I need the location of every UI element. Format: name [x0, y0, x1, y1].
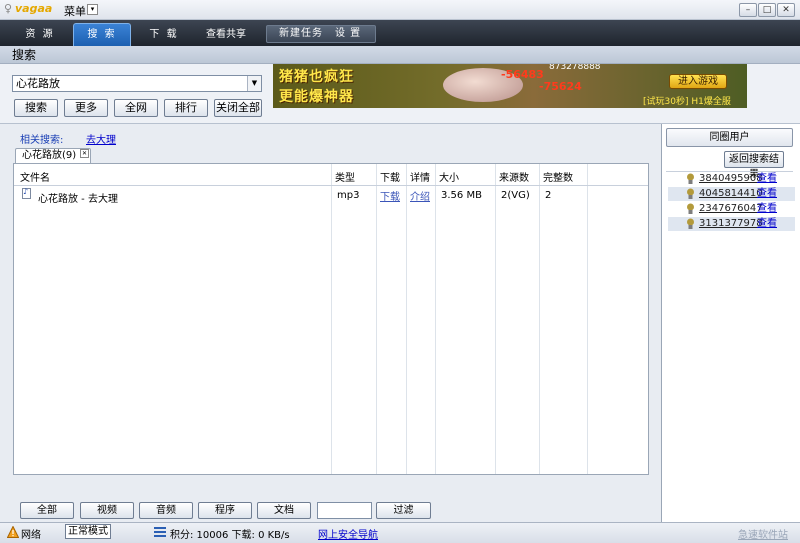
filter-all-button[interactable]: 全部 — [20, 502, 74, 519]
ad-damage-number: -56483 — [501, 68, 544, 81]
related-search-label: 相关搜索: — [20, 135, 64, 146]
search-query-text: 心花路放 — [16, 77, 60, 90]
tab-view-shares[interactable]: 查看共享 — [198, 24, 254, 46]
chevron-down-icon[interactable]: ▾ — [87, 4, 98, 15]
header-divider — [14, 185, 648, 186]
watermark: 急速软件站 — [738, 530, 788, 541]
peer-id[interactable]: 3131377978 — [699, 217, 763, 231]
peer-view-link[interactable]: 查看 — [757, 217, 777, 231]
new-task-button[interactable]: 新建任务 — [279, 26, 323, 42]
stats-bars-icon — [154, 527, 166, 537]
row-type: mp3 — [337, 190, 360, 201]
points-and-speed: 积分: 10006 下载: 0 KB/s — [170, 530, 290, 541]
list-item[interactable]: 4045814410 查看 — [668, 187, 795, 201]
column-divider — [406, 164, 407, 474]
ranking-button[interactable]: 排行 — [164, 99, 208, 117]
back-to-results-button[interactable]: 返回搜索结果 — [724, 151, 784, 180]
apply-filter-button[interactable]: 过滤 — [376, 502, 431, 519]
mode-selector[interactable]: 正常模式 — [65, 524, 111, 539]
user-bulb-icon — [687, 188, 694, 199]
safe-navigation-link[interactable]: 网上安全导航 — [318, 526, 378, 541]
column-divider — [376, 164, 377, 474]
ad-caption: [试玩30秒] H1爆全服 — [643, 97, 731, 107]
user-bulb-icon — [687, 203, 694, 214]
app-logo: ♀ vagaa — [4, 2, 53, 15]
column-divider — [495, 164, 496, 474]
main-nav: 资 源 搜 索 下 载 查看共享 新建任务 设 置 — [0, 20, 800, 46]
results-table: 文件名 类型 下载 详情 大小 来源数 完整数 心花路放 - 去大理 mp3 下… — [13, 163, 649, 475]
column-divider — [435, 164, 436, 474]
column-header-complete[interactable]: 完整数 — [543, 169, 573, 184]
audio-file-icon — [22, 187, 31, 199]
filter-bar: 全部 视频 音频 程序 文档 过滤 — [0, 499, 660, 522]
row-sources: 2(VG) — [501, 190, 530, 201]
row-details-link[interactable]: 介绍 — [410, 188, 430, 203]
list-item[interactable]: 2347676047 查看 — [668, 202, 795, 216]
section-title: 搜索 — [0, 46, 800, 64]
filter-input[interactable] — [317, 502, 372, 519]
maximize-button[interactable]: □ — [758, 3, 776, 17]
tab-downloads[interactable]: 下 载 — [136, 24, 192, 46]
close-icon[interactable]: ✕ — [80, 149, 89, 158]
close-button[interactable]: ✕ — [777, 3, 795, 17]
ad-enter-game-button[interactable]: 进入游戏 — [669, 74, 727, 89]
whole-network-button[interactable]: 全网 — [114, 99, 158, 117]
column-header-type[interactable]: 类型 — [335, 169, 355, 184]
row-filename: 心花路放 - 去大理 — [38, 194, 118, 205]
filter-video-button[interactable]: 视频 — [80, 502, 134, 519]
row-size: 3.56 MB — [441, 190, 482, 201]
settings-button[interactable]: 设 置 — [335, 26, 361, 42]
search-button[interactable]: 搜索 — [14, 99, 58, 117]
column-header-size[interactable]: 大小 — [439, 169, 459, 184]
tab-search[interactable]: 搜 索 — [73, 23, 131, 46]
more-button[interactable]: 更多 — [64, 99, 108, 117]
tab-resources[interactable]: 资 源 — [12, 24, 68, 46]
column-divider — [331, 164, 332, 474]
menu-button[interactable]: 菜单 — [64, 3, 86, 18]
warning-icon — [7, 526, 19, 538]
peer-view-link[interactable]: 查看 — [757, 172, 777, 186]
peer-id[interactable]: 3840495908 — [699, 172, 763, 186]
chevron-down-icon[interactable]: ▼ — [247, 76, 261, 91]
title-bar: ♀ vagaa 菜单 ▾ – □ ✕ — [0, 0, 800, 20]
peer-view-link[interactable]: 查看 — [757, 202, 777, 216]
ad-damage-number: -75624 — [539, 80, 582, 93]
filter-program-button[interactable]: 程序 — [198, 502, 252, 519]
close-all-button[interactable]: 关闭全部 — [214, 99, 262, 117]
ad-score: 873278888 — [549, 64, 601, 72]
peer-view-link[interactable]: 查看 — [757, 187, 777, 201]
nav-action-group: 新建任务 设 置 — [266, 25, 376, 43]
column-header-details[interactable]: 详情 — [410, 169, 430, 184]
row-complete: 2 — [545, 190, 552, 201]
ad-subline: 更能爆神器 — [279, 89, 354, 105]
ad-headline: 猪猪也疯狂 — [279, 69, 354, 85]
ad-banner[interactable]: 猪猪也疯狂 更能爆神器 873278888 -56483 -75624 进入游戏… — [273, 64, 747, 108]
row-download-link[interactable]: 下载 — [380, 188, 400, 203]
list-item[interactable]: 3131377978 查看 — [668, 217, 795, 231]
user-bulb-icon — [687, 173, 694, 184]
list-item[interactable]: 3840495908 查看 — [668, 172, 795, 186]
column-header-download[interactable]: 下载 — [380, 169, 400, 184]
filter-audio-button[interactable]: 音频 — [139, 502, 193, 519]
filter-document-button[interactable]: 文档 — [257, 502, 311, 519]
column-header-filename[interactable]: 文件名 — [20, 169, 50, 184]
status-bar: 网络 正常模式 积分: 10006 下载: 0 KB/s 网上安全导航 急速软件… — [0, 522, 800, 543]
peer-panel: 同圈用户 返回搜索结果 3840495908 查看 4045814410 查看 … — [661, 124, 800, 523]
search-input[interactable]: 心花路放 ▼ — [12, 75, 262, 92]
bulb-icon: ♀ — [4, 2, 13, 15]
network-status[interactable]: 网络 — [21, 526, 41, 541]
user-bulb-icon — [687, 218, 694, 229]
column-divider — [539, 164, 540, 474]
peer-id[interactable]: 4045814410 — [699, 187, 763, 201]
peer-id[interactable]: 2347676047 — [699, 202, 763, 216]
related-search-link[interactable]: 去大理 — [86, 131, 116, 146]
column-header-sources[interactable]: 来源数 — [499, 169, 529, 184]
column-divider — [587, 164, 588, 474]
minimize-button[interactable]: – — [739, 3, 757, 17]
peer-users-header[interactable]: 同圈用户 — [666, 128, 793, 147]
